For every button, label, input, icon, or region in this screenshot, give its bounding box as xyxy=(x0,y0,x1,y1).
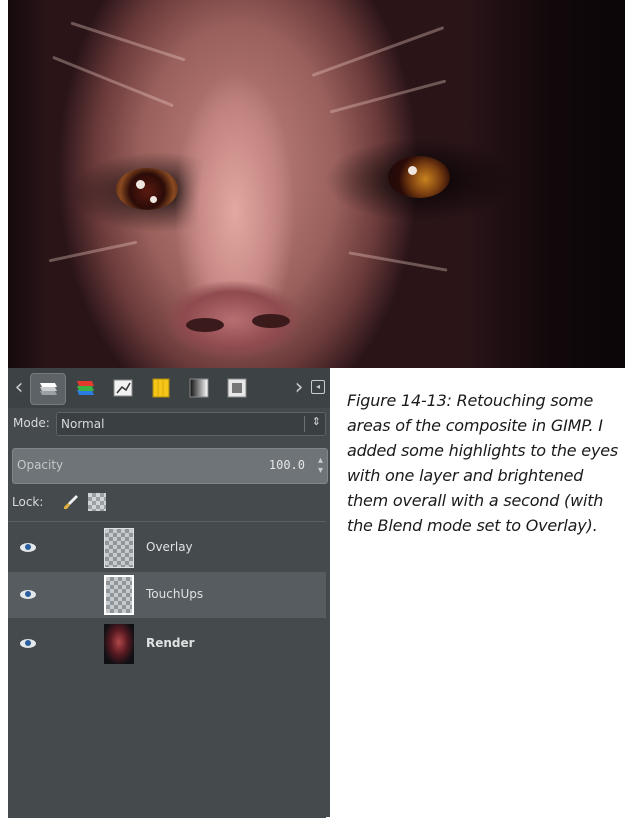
layers-icon xyxy=(40,383,57,395)
layer-thumbnail xyxy=(104,575,134,615)
layer-row-touchups[interactable]: TouchUps xyxy=(8,572,326,618)
layer-list: Overlay TouchUps Render xyxy=(8,521,326,818)
layer-name: Render xyxy=(146,636,195,650)
colormap-icon xyxy=(152,378,170,398)
updown-chevron-icon: ⇕ xyxy=(311,415,321,428)
visibility-eye-icon[interactable] xyxy=(20,590,36,599)
layer-name: TouchUps xyxy=(146,587,204,601)
right-eye xyxy=(388,156,450,198)
tab-channels[interactable] xyxy=(68,373,102,403)
layers-panel: ‹ › ◂ Mode: Normal ⇕ Opacity 100.0 ▴ ▾ L… xyxy=(8,368,330,818)
lock-alpha-icon[interactable] xyxy=(88,493,106,511)
tab-menu-icon[interactable]: ◂ xyxy=(311,380,325,394)
paths-icon xyxy=(113,379,133,397)
tab-scroll-right-icon[interactable]: › xyxy=(290,374,308,402)
tab-histogram[interactable] xyxy=(182,373,216,403)
opacity-slider[interactable]: Opacity 100.0 ▴ ▾ xyxy=(12,448,328,484)
channels-icon xyxy=(77,381,94,395)
histogram-icon xyxy=(189,378,209,398)
render-image xyxy=(8,0,625,368)
tab-scroll-left-icon[interactable]: ‹ xyxy=(10,374,28,402)
opacity-label: Opacity xyxy=(17,458,64,472)
tab-colormap[interactable] xyxy=(144,373,178,403)
layer-thumbnail xyxy=(104,624,134,664)
visibility-eye-icon[interactable] xyxy=(20,639,36,648)
left-eye xyxy=(116,168,178,210)
tab-paths[interactable] xyxy=(106,373,140,403)
tab-selection-editor[interactable] xyxy=(220,373,254,403)
dock-tab-bar: ‹ › ◂ xyxy=(8,368,330,408)
figure-caption: Figure 14-13: Retouching some areas of t… xyxy=(347,391,618,535)
mode-row: Mode: Normal ⇕ xyxy=(8,412,330,436)
layer-name: Overlay xyxy=(146,540,193,554)
layer-row-overlay[interactable]: Overlay xyxy=(8,525,326,571)
mode-label: Mode: xyxy=(13,416,50,430)
opacity-value[interactable]: 100.0 xyxy=(269,458,305,472)
selection-editor-icon xyxy=(227,378,247,398)
mode-select[interactable]: Normal ⇕ xyxy=(56,412,326,436)
lock-pixels-brush-icon[interactable] xyxy=(62,493,80,511)
layer-row-render[interactable]: Render xyxy=(8,621,326,667)
mode-value: Normal xyxy=(61,417,105,431)
layer-thumbnail xyxy=(104,528,134,568)
visibility-eye-icon[interactable] xyxy=(20,543,36,552)
tab-layers[interactable] xyxy=(30,373,66,405)
opacity-spinner-icon[interactable]: ▴ ▾ xyxy=(318,456,323,476)
lock-row: Lock: xyxy=(8,490,330,514)
lock-label: Lock: xyxy=(12,495,44,509)
